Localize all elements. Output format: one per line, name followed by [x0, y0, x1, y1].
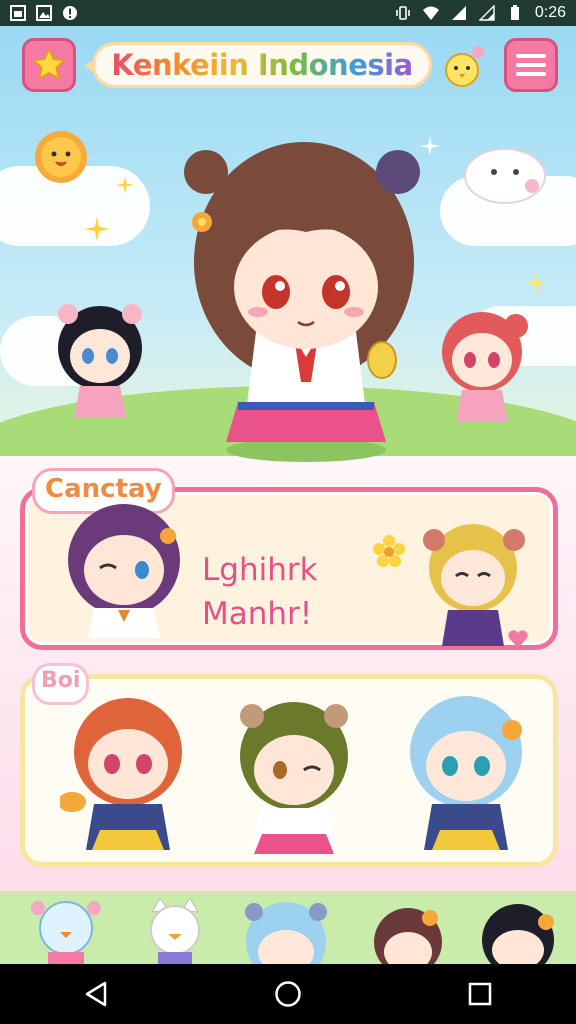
red-hair-girl-illustration	[442, 312, 528, 422]
brown-hair-chibi-illustration	[374, 908, 442, 964]
card-message-line-2: Manhr!	[202, 596, 313, 632]
purple-hair-girl-illustration	[68, 504, 180, 638]
wifi-icon	[422, 6, 439, 20]
cat-mascot-illustration	[150, 898, 200, 964]
status-bar: 0:26	[0, 0, 576, 26]
back-triangle-icon	[85, 981, 107, 1007]
flower-icon	[373, 535, 405, 567]
sparkle-icon	[116, 176, 134, 194]
app-title-banner: Kenkeiin Indonesia	[92, 42, 432, 88]
green-hair-girl-illustration	[240, 702, 348, 854]
image-icon	[36, 5, 52, 21]
recents-button[interactable]	[450, 964, 510, 1024]
home-button[interactable]	[258, 964, 318, 1024]
bird-mascot-illustration	[31, 901, 101, 964]
orange-hair-boy-illustration	[60, 698, 182, 850]
system-navigation-bar	[0, 964, 576, 1024]
card-message-line-1: Lghihrk	[202, 552, 318, 588]
menu-icon	[516, 54, 546, 76]
home-circle-icon	[275, 981, 301, 1007]
app-title: Kenkeiin Indonesia	[111, 48, 413, 82]
alert-icon	[63, 6, 77, 20]
star-button[interactable]	[22, 38, 76, 92]
blue-hair-chibi-illustration	[245, 902, 327, 964]
black-hair-chibi-illustration	[482, 904, 554, 964]
sparkle-icon	[525, 272, 547, 294]
app-screen: Kenkeiin Indonesia Canctay Lghihrk Manhr…	[0, 26, 576, 964]
signal-low-icon	[478, 5, 495, 21]
recents-square-icon	[468, 982, 492, 1006]
blonde-girl-illustration	[423, 524, 525, 646]
main-character-illustration	[184, 142, 420, 462]
status-time: 0:26	[534, 4, 566, 21]
signal-icon	[451, 6, 466, 20]
vibrate-icon	[396, 6, 410, 20]
sun-creature-icon	[35, 131, 87, 183]
star-icon	[31, 47, 67, 81]
menu-button[interactable]	[504, 38, 558, 92]
heart-icon	[508, 630, 528, 648]
sparkle-icon	[84, 216, 110, 242]
gallery-icon	[10, 5, 26, 21]
battery-icon	[510, 5, 519, 20]
chick-mascot-icon	[445, 46, 484, 87]
back-button[interactable]	[66, 964, 126, 1024]
ghost-creature-icon	[464, 148, 546, 204]
black-hair-girl-illustration	[58, 304, 142, 418]
blue-hair-girl-illustration	[410, 696, 522, 850]
